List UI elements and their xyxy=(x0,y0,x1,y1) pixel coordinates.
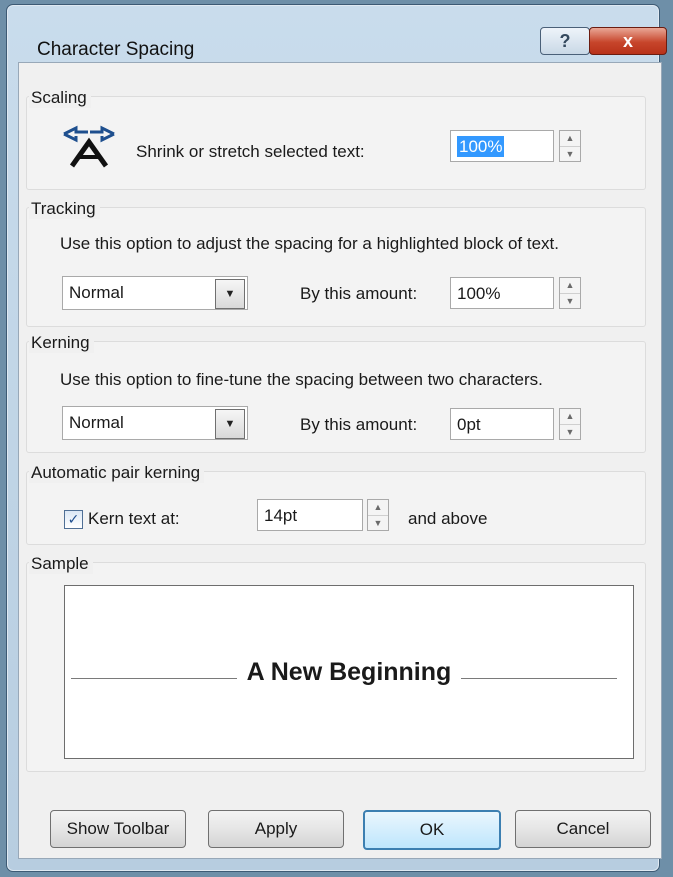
kerning-description: Use this option to fine-tune the spacing… xyxy=(60,370,543,389)
kerning-mode: Normal xyxy=(69,413,124,432)
scaling-label: Shrink or stretch selected text: xyxy=(136,142,365,161)
tracking-spinner[interactable]: ▲ ▼ xyxy=(559,277,581,309)
tracking-mode: Normal xyxy=(69,283,124,302)
scaling-value: 100% xyxy=(457,136,505,157)
spin-up-icon[interactable]: ▲ xyxy=(368,500,388,516)
sample-text: A New Beginning xyxy=(236,658,462,686)
kerning-amount-input[interactable]: 0pt xyxy=(450,408,554,440)
kern-checkbox[interactable]: ✓ xyxy=(64,510,83,529)
tracking-amount-label: By this amount: xyxy=(300,284,418,303)
scaling-group-label: Scaling xyxy=(29,88,91,108)
cancel-button[interactable]: Cancel xyxy=(515,810,651,848)
spin-up-icon[interactable]: ▲ xyxy=(560,131,580,147)
ok-button[interactable]: OK xyxy=(363,810,501,850)
kern-suffix-label: and above xyxy=(408,509,488,528)
scaling-input[interactable]: 100% xyxy=(450,130,554,162)
spin-down-icon[interactable]: ▼ xyxy=(560,147,580,162)
kerning-spinner[interactable]: ▲ ▼ xyxy=(559,408,581,440)
scaling-spinner[interactable]: ▲ ▼ xyxy=(559,130,581,162)
chevron-down-icon[interactable]: ▼ xyxy=(215,409,245,439)
kern-size-input[interactable]: 14pt xyxy=(257,499,363,531)
close-button[interactable]: x xyxy=(589,27,667,55)
apply-button[interactable]: Apply xyxy=(208,810,344,848)
scaling-icon xyxy=(60,124,118,168)
sample-group-label: Sample xyxy=(29,554,93,574)
tracking-group-label: Tracking xyxy=(29,199,100,219)
spin-down-icon[interactable]: ▼ xyxy=(560,294,580,309)
kern-size-spinner[interactable]: ▲ ▼ xyxy=(367,499,389,531)
auto-kerning-group-label: Automatic pair kerning xyxy=(29,463,205,483)
spin-up-icon[interactable]: ▲ xyxy=(560,278,580,294)
tracking-amount-input[interactable]: 100% xyxy=(450,277,554,309)
sample-preview: A New Beginning xyxy=(64,585,634,759)
help-button[interactable]: ? xyxy=(540,27,590,55)
kerning-group-label: Kerning xyxy=(29,333,94,353)
kern-checkbox-label: Kern text at: xyxy=(88,509,180,528)
tracking-dropdown[interactable]: Normal ▼ xyxy=(62,276,248,310)
tracking-description: Use this option to adjust the spacing fo… xyxy=(60,234,559,253)
kerning-dropdown[interactable]: Normal ▼ xyxy=(62,406,248,440)
spin-up-icon[interactable]: ▲ xyxy=(560,409,580,425)
show-toolbar-button[interactable]: Show Toolbar xyxy=(50,810,186,848)
window-title: Character Spacing xyxy=(37,39,195,60)
spin-down-icon[interactable]: ▼ xyxy=(368,516,388,531)
kerning-amount-label: By this amount: xyxy=(300,415,418,434)
chevron-down-icon[interactable]: ▼ xyxy=(215,279,245,309)
spin-down-icon[interactable]: ▼ xyxy=(560,425,580,440)
